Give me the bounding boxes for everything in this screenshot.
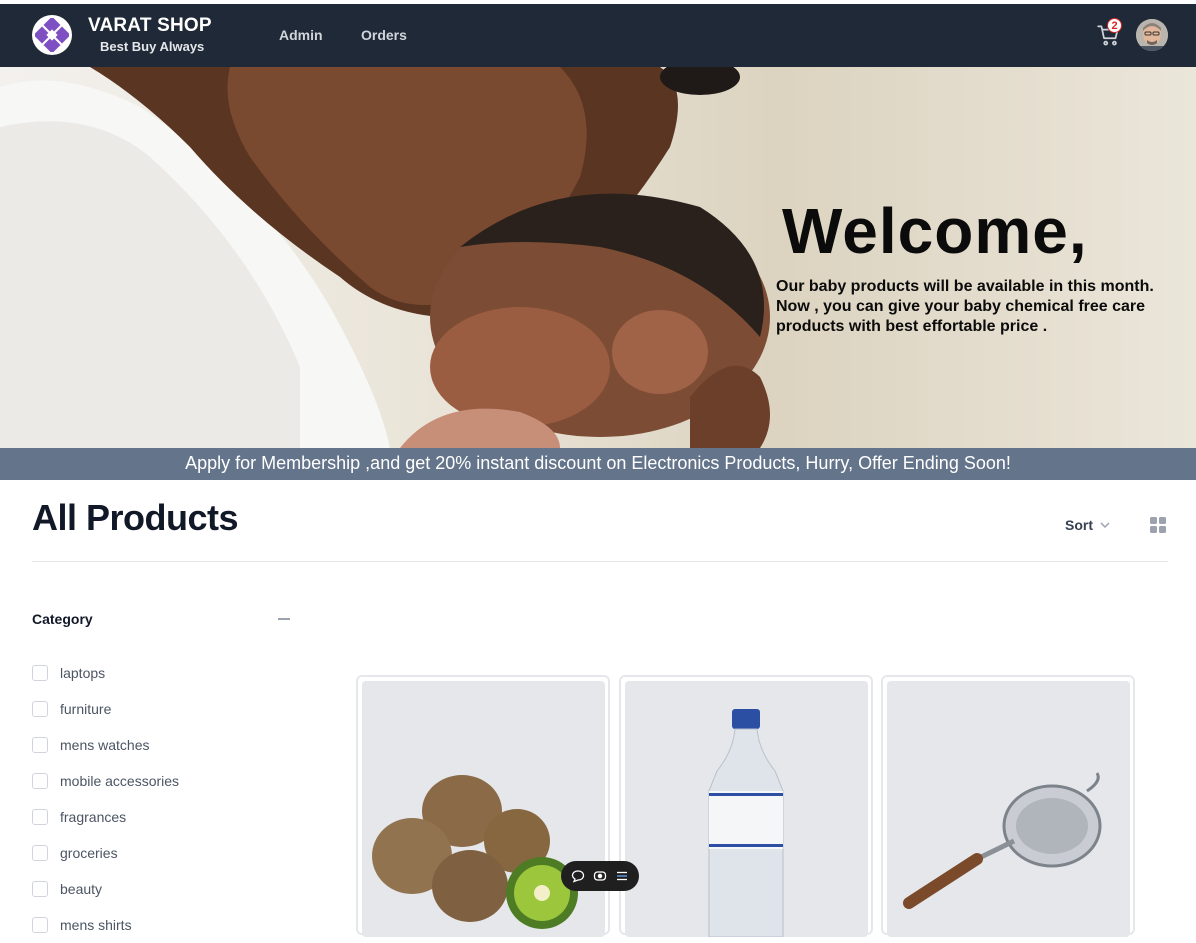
chevron-down-icon [1100,522,1110,529]
promo-banner: Apply for Membership ,and get 20% instan… [0,448,1196,480]
collapse-minus-icon[interactable] [278,618,290,620]
filter-option[interactable]: groceries [32,835,179,871]
product-card[interactable] [619,675,873,937]
filter-option-label: fragrances [60,809,127,825]
filter-option[interactable]: furniture [32,691,179,727]
brand-name: VARAT SHOP [88,15,212,36]
filter-option[interactable]: fragrances [32,799,179,835]
kiwi-image[interactable] [362,681,605,937]
filter-checkbox[interactable] [32,701,48,717]
menu-list-icon[interactable] [614,868,630,884]
filter-option-label: groceries [60,845,118,861]
nav-link-admin[interactable]: Admin [279,27,323,43]
comment-icon[interactable] [570,868,586,884]
header-divider [32,561,1168,562]
filter-option-label: laptops [60,665,106,681]
water-bottle-image[interactable] [625,681,868,937]
category-filter-title: Category [32,611,93,627]
sort-dropdown[interactable]: Sort [1065,517,1111,533]
hero-title: Welcome, [782,195,1088,267]
filter-option-label: beauty [60,881,103,897]
filter-checkbox[interactable] [32,809,48,825]
hero-line-2: Now , you can give your baby chemical fr… [776,298,1146,315]
record-icon[interactable] [592,868,608,884]
category-filter-header[interactable]: Category [32,611,290,627]
filter-option[interactable]: mobile accessories [32,763,179,799]
strainer-image[interactable] [887,681,1130,937]
filter-option-label: mobile accessories [60,773,180,789]
filter-checkbox[interactable] [32,917,48,933]
category-filter-list: laptops furniture mens watches mobile ac… [32,655,179,943]
filter-option-label: furniture [60,701,112,717]
filter-option[interactable]: laptops [32,655,179,691]
filter-option[interactable]: mens watches [32,727,179,763]
cart-count-badge: 2 [1107,18,1122,33]
product-card[interactable] [881,675,1135,937]
grid-view-icon[interactable] [1150,517,1166,533]
product-card[interactable] [356,675,610,937]
user-avatar[interactable] [1136,19,1168,51]
filter-option-label: mens shirts [60,917,132,933]
page-title: All Products [32,497,239,538]
filter-checkbox[interactable] [32,845,48,861]
hero-banner: Welcome, Our baby products will be avail… [0,67,1196,448]
filter-checkbox[interactable] [32,773,48,789]
floating-toolbar [561,861,639,891]
filter-checkbox[interactable] [32,881,48,897]
filter-checkbox[interactable] [32,665,48,681]
nav-link-orders[interactable]: Orders [361,27,407,43]
filter-checkbox[interactable] [32,737,48,753]
hero-line-3: products with best effortable price . [776,318,1048,335]
top-navbar: VARAT SHOP Best Buy Always Admin Orders … [0,4,1196,67]
hero-line-1: Our baby products will be available in t… [776,278,1154,295]
hero-description: Our baby products will be available in t… [776,277,1186,337]
brand-logo-icon[interactable] [32,15,72,55]
filter-option[interactable]: beauty [32,871,179,907]
sort-label: Sort [1065,517,1093,533]
filter-option[interactable]: mens shirts [32,907,179,943]
brand[interactable]: VARAT SHOP Best Buy Always [88,14,212,56]
filter-option-label: mens watches [60,737,150,753]
brand-tagline: Best Buy Always [100,39,205,54]
